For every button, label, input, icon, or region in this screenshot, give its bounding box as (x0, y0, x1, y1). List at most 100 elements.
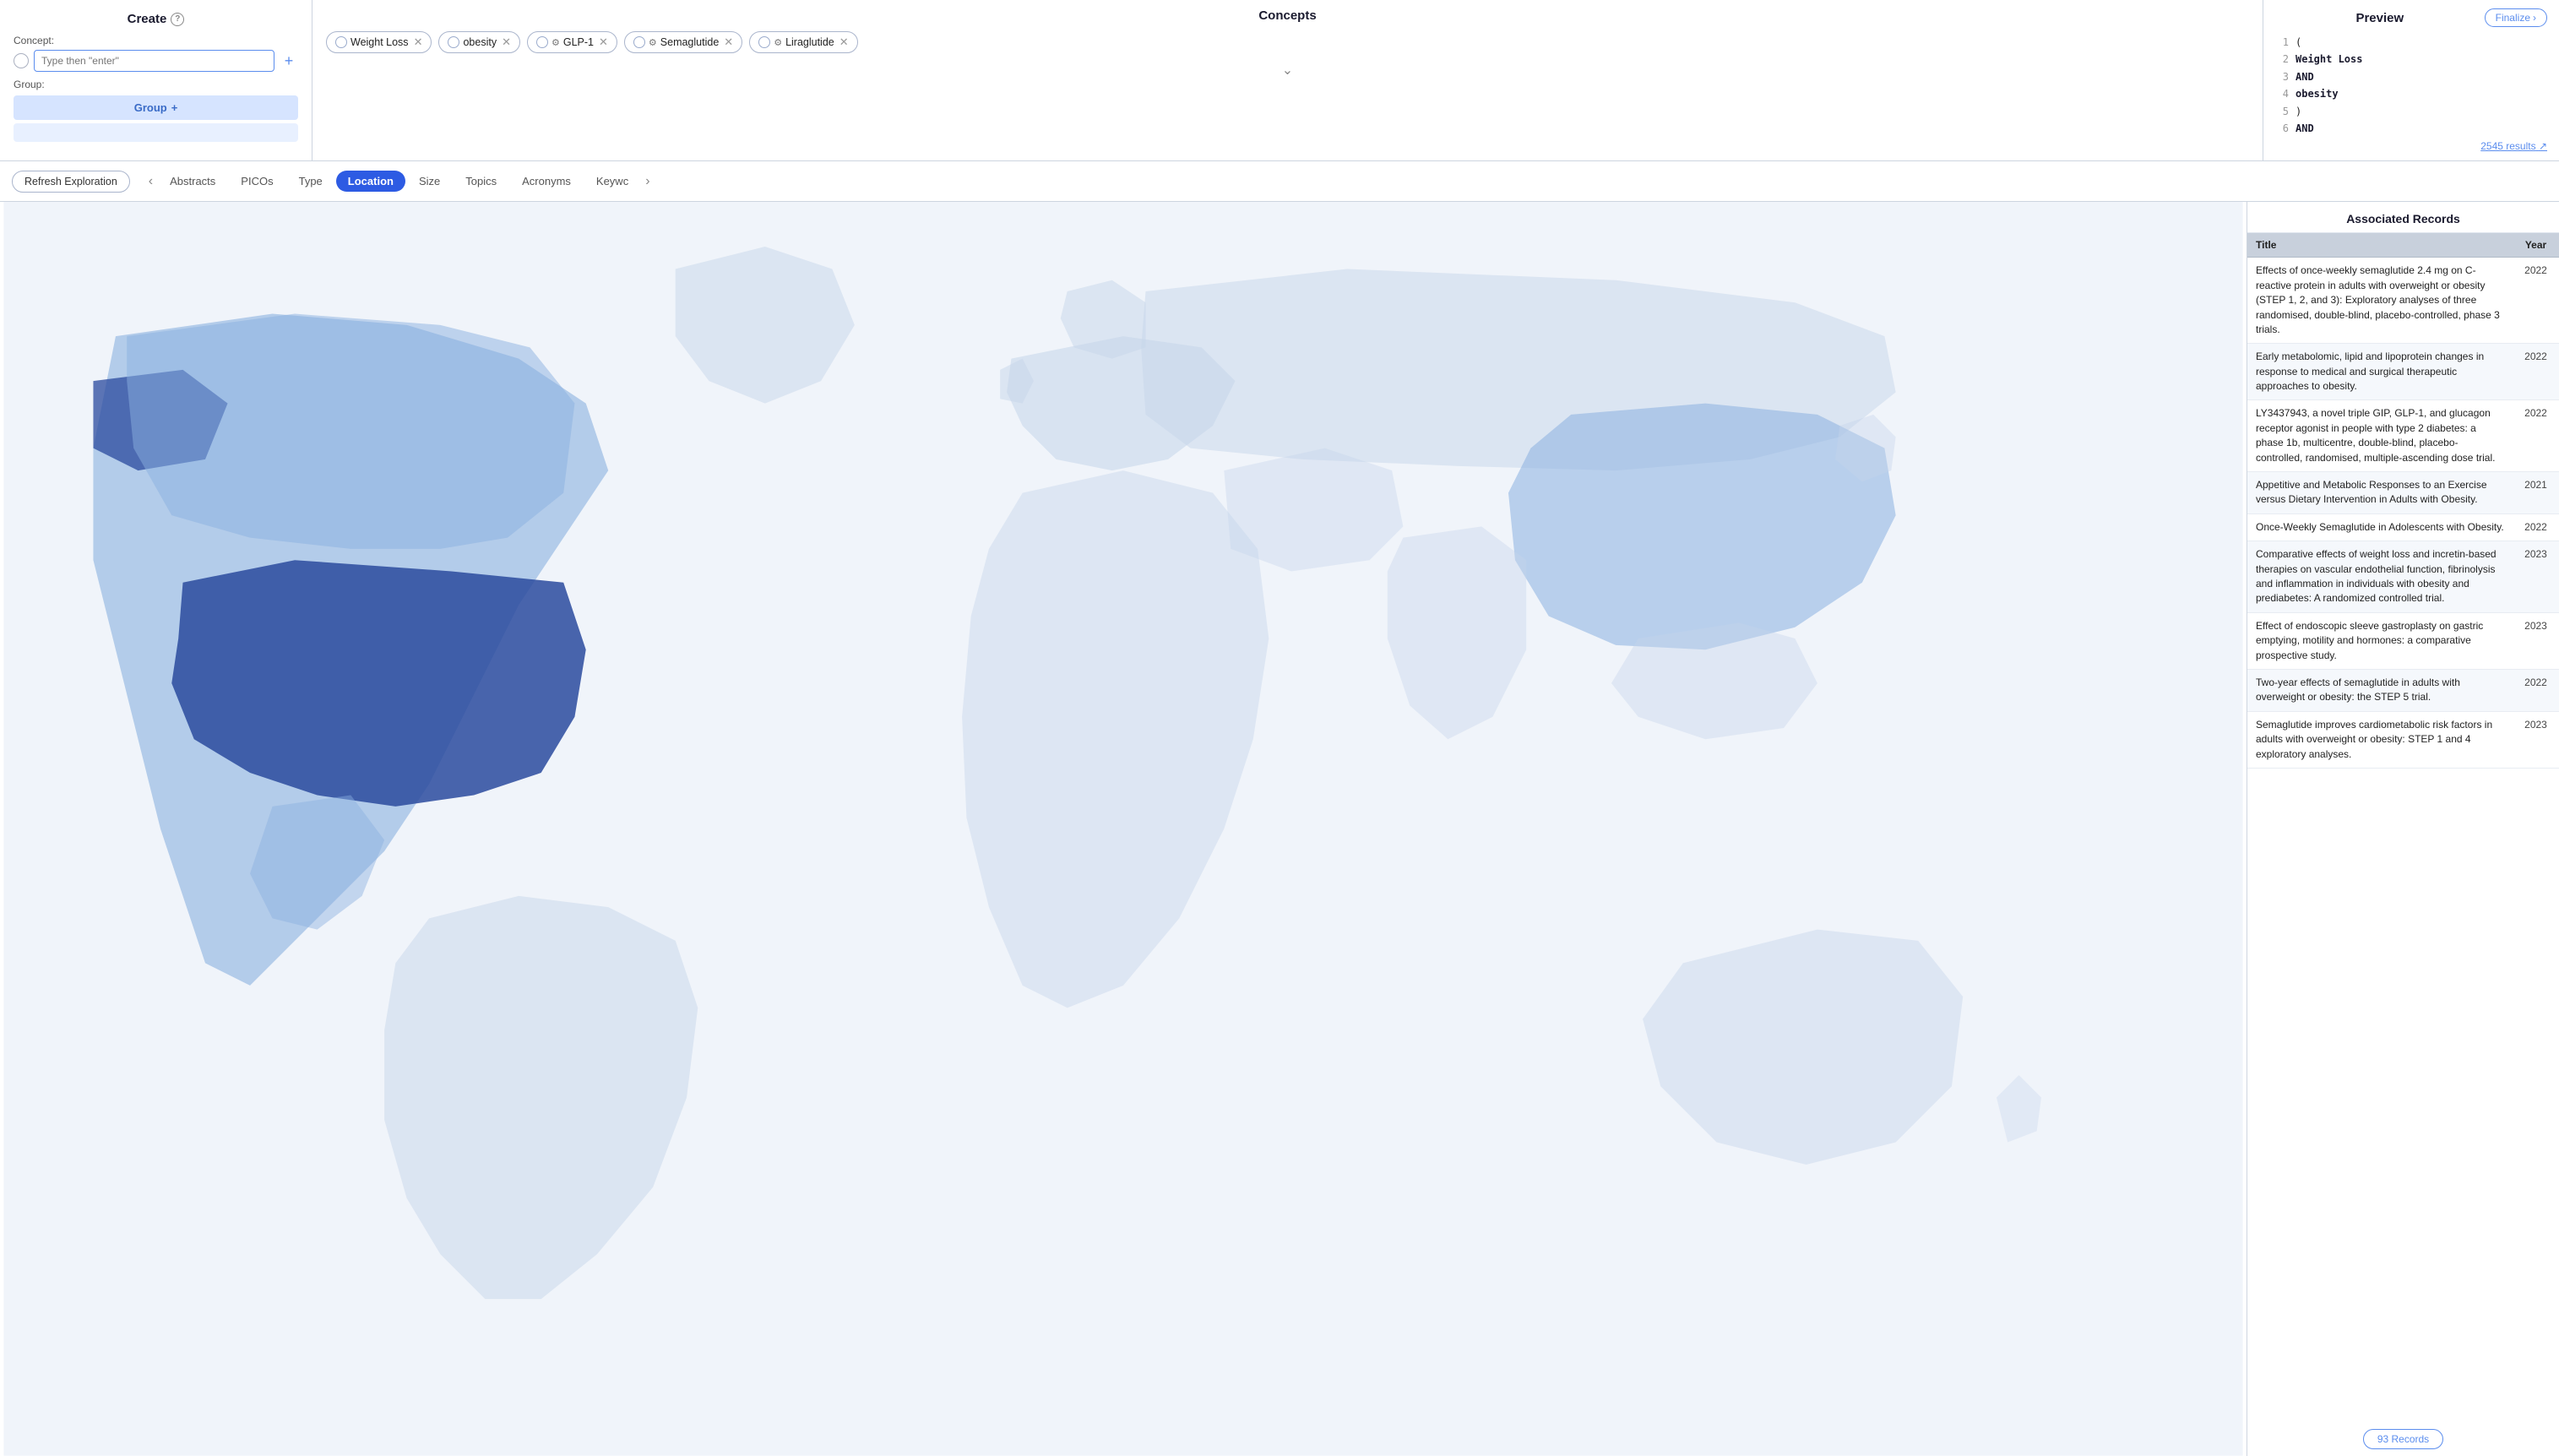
tag-close-button[interactable]: ✕ (414, 35, 423, 49)
map-area (0, 202, 2247, 1456)
col-header-title: Title (2247, 233, 2513, 258)
records-tbody: Effects of once-weekly semaglutide 2.4 m… (2247, 258, 2559, 769)
records-title: Associated Records (2247, 202, 2559, 233)
table-row: Appetitive and Metabolic Responses to an… (2247, 472, 2559, 514)
tag-label: Weight Loss (350, 36, 409, 48)
records-panel: Associated Records Title Year Effects of… (2247, 202, 2559, 1456)
tag-gear-icon: ⚙ (649, 37, 657, 48)
tab-picos[interactable]: PICOs (229, 171, 285, 192)
preview-title: Preview (2275, 11, 2485, 25)
tab-nav-right[interactable]: › (640, 171, 655, 193)
record-title-cell: Effects of once-weekly semaglutide 2.4 m… (2247, 258, 2513, 344)
concepts-tags-container: Weight Loss ✕ obesity ✕ ⚙ GLP-1 ✕ ⚙ Sema… (326, 31, 2249, 53)
concepts-panel: Concepts Weight Loss ✕ obesity ✕ ⚙ GLP-1… (312, 0, 2263, 160)
tab-acronyms[interactable]: Acronyms (510, 171, 583, 192)
line-content: ) (2295, 103, 2301, 120)
concept-input[interactable] (34, 50, 274, 72)
concepts-title: Concepts (326, 8, 2249, 23)
tag-circle-icon (448, 36, 459, 48)
create-panel: Create ? Concept: + Group: Group + (0, 0, 312, 160)
record-title-cell: Comparative effects of weight loss and i… (2247, 541, 2513, 613)
record-year-cell: 2023 (2513, 711, 2559, 768)
add-concept-button[interactable]: + (280, 52, 298, 70)
record-title-cell: Semaglutide improves cardiometabolic ris… (2247, 711, 2513, 768)
tag-close-button[interactable]: ✕ (839, 35, 849, 49)
concept-tag-4: ⚙ Semaglutide ✕ (624, 31, 742, 53)
record-year-cell: 2022 (2513, 669, 2559, 711)
line-content: Weight Loss (2295, 51, 2362, 68)
tab-type[interactable]: Type (287, 171, 334, 192)
record-year-cell: 2022 (2513, 513, 2559, 541)
record-title-cell: LY3437943, a novel triple GIP, GLP-1, an… (2247, 400, 2513, 472)
record-year-cell: 2022 (2513, 344, 2559, 400)
finalize-arrow: › (2533, 12, 2536, 24)
world-map-svg (0, 202, 2247, 1456)
refresh-exploration-button[interactable]: Refresh Exploration (12, 171, 130, 193)
concepts-chevron-down[interactable]: ⌄ (326, 62, 2249, 79)
tag-circle-icon (758, 36, 770, 48)
records-table-container: Title Year Effects of once-weekly semagl… (2247, 233, 2559, 1422)
records-footer: 93 Records (2247, 1422, 2559, 1456)
finalize-label: Finalize (2496, 12, 2530, 24)
table-row: Semaglutide improves cardiometabolic ris… (2247, 711, 2559, 768)
table-row: Two-year effects of semaglutide in adult… (2247, 669, 2559, 711)
record-title-cell: Once-Weekly Semaglutide in Adolescents w… (2247, 513, 2513, 541)
preview-code-block: 1 ( 2 Weight Loss 3 AND 4 obesity 5 ) 6 … (2275, 34, 2547, 137)
record-title-cell: Early metabolomic, lipid and lipoprotein… (2247, 344, 2513, 400)
tab-nav-left[interactable]: ‹ (144, 171, 158, 193)
records-count-button[interactable]: 93 Records (2363, 1429, 2443, 1449)
record-title-cell: Appetitive and Metabolic Responses to an… (2247, 472, 2513, 514)
concept-tag-3: ⚙ GLP-1 ✕ (527, 31, 617, 53)
tag-close-button[interactable]: ✕ (724, 35, 733, 49)
results-link[interactable]: 2545 results ↗ (2275, 140, 2547, 152)
record-year-cell: 2021 (2513, 472, 2559, 514)
record-year-cell: 2022 (2513, 400, 2559, 472)
group-label: Group: (14, 79, 298, 90)
tab-keywords[interactable]: Keywc (584, 171, 640, 192)
line-number: 1 (2275, 34, 2289, 51)
tag-close-button[interactable]: ✕ (502, 35, 511, 49)
table-row: Comparative effects of weight loss and i… (2247, 541, 2559, 613)
tab-size[interactable]: Size (407, 171, 452, 192)
preview-line-5: 5 ) (2275, 103, 2547, 120)
group-add-icon: + (171, 101, 178, 114)
group-button-label: Group (134, 101, 167, 114)
tag-label: Liraglutide (785, 36, 834, 48)
tab-topics[interactable]: Topics (454, 171, 508, 192)
tag-close-button[interactable]: ✕ (599, 35, 608, 49)
record-title-cell: Two-year effects of semaglutide in adult… (2247, 669, 2513, 711)
tag-label: GLP-1 (563, 36, 594, 48)
table-row: Effect of endoscopic sleeve gastroplasty… (2247, 612, 2559, 669)
group-button[interactable]: Group + (14, 95, 298, 120)
concept-tag-1: Weight Loss ✕ (326, 31, 432, 53)
concept-tag-2: obesity ✕ (438, 31, 520, 53)
preview-panel: Preview Finalize › 1 ( 2 Weight Loss 3 A… (2263, 0, 2559, 160)
create-info-icon[interactable]: ? (171, 13, 184, 26)
record-year-cell: 2023 (2513, 541, 2559, 613)
line-number: 4 (2275, 85, 2289, 102)
record-year-cell: 2022 (2513, 258, 2559, 344)
group-inner-area (14, 123, 298, 142)
tag-circle-icon (335, 36, 347, 48)
tag-gear-icon: ⚙ (551, 37, 560, 48)
preview-line-4: 4 obesity (2275, 85, 2547, 102)
line-number: 5 (2275, 103, 2289, 120)
tab-location[interactable]: Location (336, 171, 405, 192)
col-header-year: Year (2513, 233, 2559, 258)
line-number: 3 (2275, 68, 2289, 85)
line-number: 6 (2275, 120, 2289, 137)
main-content: Associated Records Title Year Effects of… (0, 202, 2559, 1456)
line-number: 2 (2275, 51, 2289, 68)
preview-line-3: 3 AND (2275, 68, 2547, 85)
finalize-button[interactable]: Finalize › (2485, 8, 2547, 27)
tabs-container: AbstractsPICOsTypeLocationSizeTopicsAcro… (158, 171, 640, 192)
line-content: AND (2295, 68, 2314, 85)
tab-abstracts[interactable]: Abstracts (158, 171, 227, 192)
line-content: ( (2295, 34, 2301, 51)
preview-line-1: 1 ( (2275, 34, 2547, 51)
tag-gear-icon: ⚙ (774, 37, 782, 48)
tag-circle-icon (633, 36, 645, 48)
concept-tag-5: ⚙ Liraglutide ✕ (749, 31, 857, 53)
table-row: Once-Weekly Semaglutide in Adolescents w… (2247, 513, 2559, 541)
toolbar-row: Refresh Exploration ‹ AbstractsPICOsType… (0, 161, 2559, 202)
